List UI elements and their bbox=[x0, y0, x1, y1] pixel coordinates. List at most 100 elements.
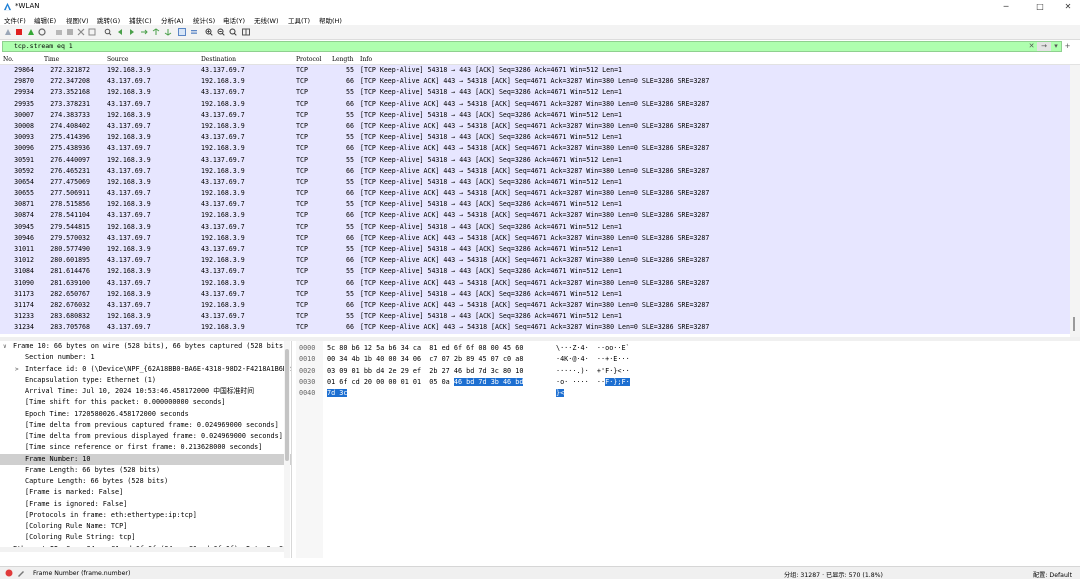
packet-row[interactable]: 30945 279.544815 192.168.3.9 43.137.69.7 TCP… bbox=[0, 221, 1070, 233]
expert-info-icon[interactable] bbox=[5, 569, 13, 577]
column-header-source[interactable]: Source bbox=[107, 56, 128, 63]
close-file-icon[interactable] bbox=[77, 28, 85, 36]
autoscroll-icon[interactable] bbox=[178, 28, 186, 36]
column-header-length[interactable]: Length bbox=[332, 56, 354, 63]
detail-row[interactable]: Encapsulation type: Ethernet (1) bbox=[0, 375, 291, 386]
go-to-icon[interactable] bbox=[140, 28, 148, 36]
detail-row[interactable]: [Time delta from previous captured frame… bbox=[0, 420, 291, 431]
column-header-protocol[interactable]: Protocol bbox=[296, 56, 321, 63]
detail-row[interactable]: [Time delta from previous displayed fram… bbox=[0, 431, 291, 442]
hex-bytes[interactable]: 00 34 4b 1b 40 00 34 06 c7 07 2b 89 45 0… bbox=[327, 354, 523, 365]
column-header-time[interactable]: Time bbox=[44, 56, 59, 63]
details-horizontal-scrollbar[interactable] bbox=[0, 547, 284, 552]
shark-fin-icon[interactable] bbox=[4, 28, 12, 36]
add-filter-button[interactable]: + bbox=[1063, 42, 1072, 51]
detail-row[interactable]: [Time shift for this packet: 0.000000000… bbox=[0, 397, 291, 408]
detail-row[interactable]: [Frame is marked: False] bbox=[0, 487, 291, 498]
open-icon[interactable] bbox=[55, 28, 63, 36]
packet-row[interactable]: 31011 280.577490 192.168.3.9 43.137.69.7 TCP… bbox=[0, 244, 1070, 256]
packet-row[interactable]: 31234 283.705768 43.137.69.7 192.168.3.9 TCP… bbox=[0, 322, 1070, 334]
hex-bytes[interactable]: 03 09 01 bb d4 2e 29 ef 2b 27 46 bd 7d 3… bbox=[327, 366, 523, 377]
packet-row[interactable]: 30007 274.383733 192.168.3.9 43.137.69.7 TCP… bbox=[0, 109, 1070, 121]
detail-row[interactable]: [Frame is ignored: False] bbox=[0, 499, 291, 510]
menu-capture[interactable]: 捕获(C) bbox=[129, 15, 152, 25]
hex-bytes[interactable]: 7d 3c bbox=[327, 388, 348, 399]
menu-view[interactable]: 视图(V) bbox=[66, 15, 89, 25]
ascii-bytes[interactable]: ·o· ···· ··F·};F· bbox=[556, 377, 630, 388]
edit-comment-icon[interactable] bbox=[17, 569, 25, 577]
packet-row[interactable]: 31012 280.601895 43.137.69.7 192.168.3.9 TCP… bbox=[0, 255, 1070, 267]
apply-filter-icon[interactable]: → bbox=[1037, 42, 1051, 51]
first-icon[interactable] bbox=[152, 28, 160, 36]
packet-row[interactable]: 29934 273.352168 192.168.3.9 43.137.69.7 TCP… bbox=[0, 87, 1070, 99]
detail-row[interactable]: Section number: 1 bbox=[0, 352, 291, 363]
menu-file[interactable]: 文件(F) bbox=[4, 15, 26, 25]
zoom-out-icon[interactable] bbox=[217, 28, 225, 36]
column-header-no[interactable]: No. bbox=[3, 56, 14, 63]
packet-bytes-pane[interactable]: 0000 5c 80 b6 12 5a b6 34 ca 81 ed 6f 6f … bbox=[296, 341, 1080, 558]
packet-row[interactable]: 31173 282.650767 192.168.3.9 43.137.69.7 TCP… bbox=[0, 288, 1070, 300]
resize-columns-icon[interactable] bbox=[242, 28, 250, 36]
detail-row[interactable]: [Time since reference or first frame: 0.… bbox=[0, 442, 291, 453]
save-icon[interactable] bbox=[66, 28, 74, 36]
hex-bytes[interactable]: 5c 80 b6 12 5a b6 34 ca 81 ed 6f 6f 08 0… bbox=[327, 343, 523, 354]
stop-icon[interactable] bbox=[15, 28, 23, 36]
packet-row[interactable]: 30654 277.475069 192.168.3.9 43.137.69.7 TCP… bbox=[0, 176, 1070, 189]
restart-icon[interactable] bbox=[27, 28, 35, 36]
packet-row[interactable]: 29864 272.321872 192.168.3.9 43.137.69.7 TCP… bbox=[0, 65, 1070, 77]
packet-row[interactable]: 30592 276.465231 43.137.69.7 192.168.3.9 TCP… bbox=[0, 165, 1070, 177]
detail-row[interactable]: Capture Length: 66 bytes (528 bits) bbox=[0, 476, 291, 487]
packet-row[interactable]: 30655 277.506911 43.137.69.7 192.168.3.9 TCP… bbox=[0, 188, 1070, 200]
menu-help[interactable]: 帮助(H) bbox=[319, 15, 342, 25]
detail-row[interactable]: Epoch Time: 1720580026.458172000 seconds bbox=[0, 409, 291, 420]
close-button[interactable]: ✕ bbox=[1056, 0, 1080, 13]
detail-row[interactable]: [Coloring Rule String: tcp] bbox=[0, 532, 291, 543]
ascii-bytes[interactable]: ·····.)· +'F·}<·· bbox=[556, 366, 630, 377]
packet-row[interactable]: 31090 281.639100 43.137.69.7 192.168.3.9 TCP… bbox=[0, 277, 1070, 289]
status-profile[interactable]: 配置: Default bbox=[1033, 570, 1072, 579]
menu-statistics[interactable]: 统计(S) bbox=[193, 15, 215, 25]
menu-tools[interactable]: 工具(T) bbox=[288, 15, 310, 25]
column-header-destination[interactable]: Destination bbox=[201, 56, 236, 63]
packet-row[interactable]: 29870 272.347208 43.137.69.7 192.168.3.9 TCP… bbox=[0, 76, 1070, 88]
menu-telephony[interactable]: 电话(Y) bbox=[223, 15, 245, 25]
menu-go[interactable]: 跳转(G) bbox=[97, 15, 120, 25]
menu-wireless[interactable]: 无线(W) bbox=[254, 15, 279, 25]
detail-row[interactable]: Arrival Time: Jul 10, 2024 10:53:46.4581… bbox=[0, 386, 291, 397]
display-filter-input[interactable]: tcp.stream eq 1 bbox=[2, 41, 1062, 52]
clear-filter-icon[interactable]: ✕ bbox=[1027, 42, 1036, 51]
back-icon[interactable] bbox=[116, 28, 124, 36]
packet-details-pane[interactable]: ∨ Frame 10: 66 bytes on wire (528 bits), … bbox=[0, 341, 292, 558]
packet-row[interactable]: 30871 278.515856 192.168.3.9 43.137.69.7 TCP… bbox=[0, 199, 1070, 211]
maximize-button[interactable]: □ bbox=[1028, 0, 1052, 13]
menu-analyze[interactable]: 分析(A) bbox=[161, 15, 184, 25]
minimize-button[interactable]: ─ bbox=[994, 0, 1018, 13]
packet-row[interactable]: 29935 273.378231 43.137.69.7 192.168.3.9 TCP… bbox=[0, 98, 1070, 110]
detail-row[interactable]: [Coloring Rule Name: TCP] bbox=[0, 521, 291, 532]
expanded-arrow-icon[interactable]: ∨ bbox=[3, 341, 7, 352]
options-icon[interactable] bbox=[38, 28, 46, 36]
detail-row[interactable]: > Interface id: 0 (\Device\NPF_{62A18BB0-… bbox=[0, 364, 291, 375]
menu-edit[interactable]: 编辑(E) bbox=[34, 15, 56, 25]
packet-list-scrollbar[interactable] bbox=[1070, 65, 1080, 337]
column-header-info[interactable]: Info bbox=[360, 56, 372, 63]
last-icon[interactable] bbox=[164, 28, 172, 36]
packet-row[interactable]: 31174 282.676032 43.137.69.7 192.168.3.9 TCP… bbox=[0, 299, 1070, 312]
ascii-bytes[interactable]: ·4K·@·4· ··+·E··· bbox=[556, 354, 630, 365]
packet-row[interactable]: 30946 279.570032 43.137.69.7 192.168.3.9 TCP… bbox=[0, 232, 1070, 244]
detail-row[interactable]: [Protocols in frame: eth:ethertype:ip:tc… bbox=[0, 510, 291, 521]
zoom-reset-icon[interactable] bbox=[229, 28, 237, 36]
packet-list[interactable]: No. Time Source Destination Protocol Len… bbox=[0, 54, 1080, 337]
detail-row[interactable]: Frame Length: 66 bytes (528 bits) bbox=[0, 465, 291, 476]
colorize-icon[interactable] bbox=[190, 28, 198, 36]
ascii-bytes[interactable]: \···Z·4· ··oo··E` bbox=[556, 343, 630, 354]
packet-row[interactable]: 30591 276.440097 192.168.3.9 43.137.69.7 TCP… bbox=[0, 154, 1070, 166]
packet-row[interactable]: 30874 278.541104 43.137.69.7 192.168.3.9 TCP… bbox=[0, 210, 1070, 222]
filter-dropdown-icon[interactable]: ▾ bbox=[1052, 42, 1060, 51]
packet-row[interactable]: 31233 283.680832 192.168.3.9 43.137.69.7 TCP… bbox=[0, 311, 1070, 323]
reload-icon[interactable] bbox=[88, 28, 96, 36]
collapsed-arrow-icon[interactable]: > bbox=[15, 364, 19, 375]
packet-row[interactable]: 31084 281.614476 192.168.3.9 43.137.69.7 TCP… bbox=[0, 266, 1070, 278]
details-scrollbar[interactable] bbox=[284, 341, 290, 558]
forward-icon[interactable] bbox=[128, 28, 136, 36]
